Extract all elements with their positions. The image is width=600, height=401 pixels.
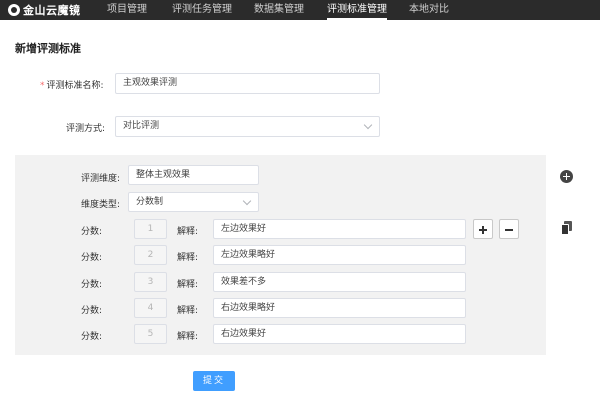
nav-item-projects[interactable]: 项目管理 bbox=[107, 0, 147, 20]
explain-label: 解释: bbox=[177, 332, 199, 342]
explain-label: 解释: bbox=[177, 253, 199, 263]
nav-item-eval-tasks[interactable]: 评测任务管理 bbox=[172, 0, 232, 20]
score-label: 分数: bbox=[81, 306, 103, 316]
required-asterisk: * bbox=[40, 81, 45, 91]
add-dimension-button[interactable] bbox=[560, 170, 573, 183]
score-input[interactable]: 2 bbox=[134, 245, 167, 265]
explain-label: 解释: bbox=[177, 227, 199, 237]
method-label: 评测方式: bbox=[66, 124, 106, 134]
nav-item-datasets[interactable]: 数据集管理 bbox=[254, 0, 304, 20]
explain-label: 解释: bbox=[177, 280, 199, 290]
score-input[interactable]: 5 bbox=[134, 324, 167, 344]
explain-input[interactable]: 右边效果略好 bbox=[213, 298, 466, 318]
dimension-input[interactable]: 整体主观效果 bbox=[128, 165, 259, 185]
explain-input[interactable]: 效果差不多 bbox=[213, 272, 466, 292]
page-title: 新增评测标准 bbox=[15, 42, 81, 55]
nav-item-local-compare[interactable]: 本地对比 bbox=[409, 0, 449, 20]
score-label: 分数: bbox=[81, 332, 103, 342]
minus-icon bbox=[505, 229, 513, 231]
add-row-button[interactable] bbox=[473, 219, 493, 239]
dimension-type-value: 分数制 bbox=[136, 197, 164, 207]
explain-input[interactable]: 左边效果略好 bbox=[213, 245, 466, 265]
score-label: 分数: bbox=[81, 253, 103, 263]
name-label: * 评测标准名称: bbox=[40, 81, 104, 91]
dimension-type-label: 维度类型: bbox=[81, 200, 121, 210]
score-input[interactable]: 3 bbox=[134, 272, 167, 292]
explain-input[interactable]: 右边效果好 bbox=[213, 324, 466, 344]
explain-label: 解释: bbox=[177, 306, 199, 316]
score-label: 分数: bbox=[81, 227, 103, 237]
method-select[interactable]: 对比评测 bbox=[115, 116, 380, 137]
top-nav-bar: 金山云魔镜 项目管理 评测任务管理 数据集管理 评测标准管理 本地对比 bbox=[0, 0, 600, 20]
chevron-down-icon bbox=[242, 196, 252, 206]
logo-text: 金山云魔镜 bbox=[23, 4, 81, 17]
score-input[interactable]: 4 bbox=[134, 298, 167, 318]
app-logo[interactable]: 金山云魔镜 bbox=[8, 3, 81, 17]
copy-dimension-button[interactable] bbox=[561, 221, 573, 235]
chevron-down-icon bbox=[363, 120, 373, 130]
standard-name-input[interactable]: 主观效果评测 bbox=[115, 73, 380, 94]
dimension-type-select[interactable]: 分数制 bbox=[128, 192, 259, 212]
score-input[interactable]: 1 bbox=[134, 219, 167, 239]
remove-row-button[interactable] bbox=[499, 219, 519, 239]
method-select-value: 对比评测 bbox=[123, 121, 160, 131]
score-label: 分数: bbox=[81, 280, 103, 290]
logo-icon bbox=[8, 4, 20, 16]
dimension-label: 评测维度: bbox=[81, 174, 121, 184]
explain-input[interactable]: 左边效果好 bbox=[213, 219, 466, 239]
submit-button[interactable]: 提交 bbox=[193, 371, 235, 391]
nav-item-eval-standards[interactable]: 评测标准管理 bbox=[327, 0, 387, 20]
